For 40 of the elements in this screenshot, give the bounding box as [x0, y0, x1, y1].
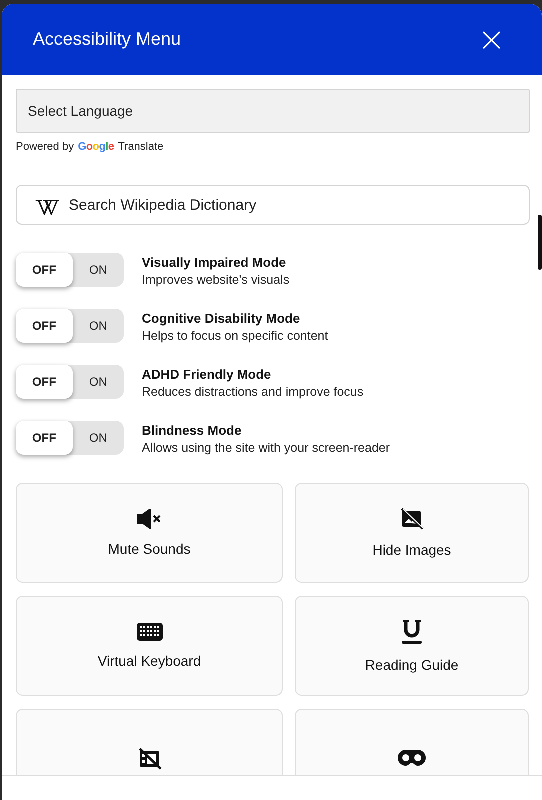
- on-option[interactable]: ON: [72, 309, 124, 343]
- off-option[interactable]: OFF: [16, 309, 73, 343]
- off-option[interactable]: OFF: [16, 365, 73, 399]
- mode-title: Blindness Mode: [142, 423, 243, 438]
- menu-title: Accessibility Menu: [33, 29, 182, 50]
- powered-by-text: Powered by: [16, 141, 74, 153]
- on-option[interactable]: ON: [72, 421, 124, 455]
- off-option[interactable]: OFF: [16, 253, 73, 287]
- tool-card[interactable]: Mute Sounds: [16, 483, 283, 583]
- mode-toggle[interactable]: OFF ON: [16, 421, 124, 455]
- mode-toggle[interactable]: OFF ON: [16, 309, 124, 343]
- mode-toggle[interactable]: OFF ON: [16, 365, 124, 399]
- scrollbar[interactable]: [538, 215, 542, 270]
- mask-icon: [398, 750, 426, 768]
- underline-icon: [401, 619, 423, 645]
- muted-speaker-icon: [136, 509, 162, 529]
- off-option[interactable]: OFF: [16, 421, 73, 455]
- mode-title: ADHD Friendly Mode: [142, 367, 272, 382]
- tool-card[interactable]: Reading Guide: [295, 596, 529, 696]
- wikipedia-w-icon: [35, 198, 59, 216]
- language-select[interactable]: Select Language: [16, 89, 530, 133]
- crossed-film-icon: [138, 748, 162, 770]
- translate-text: Translate: [118, 141, 164, 153]
- keyboard-icon: [136, 623, 162, 641]
- mode-description: Reduces distractions and improve focus: [142, 385, 364, 399]
- google-logo-text: Google: [78, 141, 114, 153]
- mode-toggle[interactable]: OFF ON: [16, 253, 124, 287]
- crossed-image-icon: [400, 508, 424, 530]
- mode-title: Cognitive Disability Mode: [142, 311, 302, 326]
- mode-title: Visually Impaired Mode: [142, 255, 288, 270]
- tool-card[interactable]: Virtual Keyboard: [16, 596, 283, 696]
- mode-description: Improves website's visuals: [142, 273, 290, 287]
- mode-description: Allows using the site with your screen-reader: [142, 441, 390, 455]
- close-button[interactable]: ×: [478, 22, 506, 56]
- search-field[interactable]: Search Wikipedia Dictionary: [16, 185, 530, 225]
- search-input[interactable]: Search Wikipedia Dictionary: [69, 196, 511, 214]
- on-option[interactable]: ON: [72, 253, 124, 287]
- on-option[interactable]: ON: [72, 365, 124, 399]
- mode-description: Helps to focus on specific content: [142, 329, 328, 343]
- tool-card[interactable]: Hide Images: [295, 483, 529, 583]
